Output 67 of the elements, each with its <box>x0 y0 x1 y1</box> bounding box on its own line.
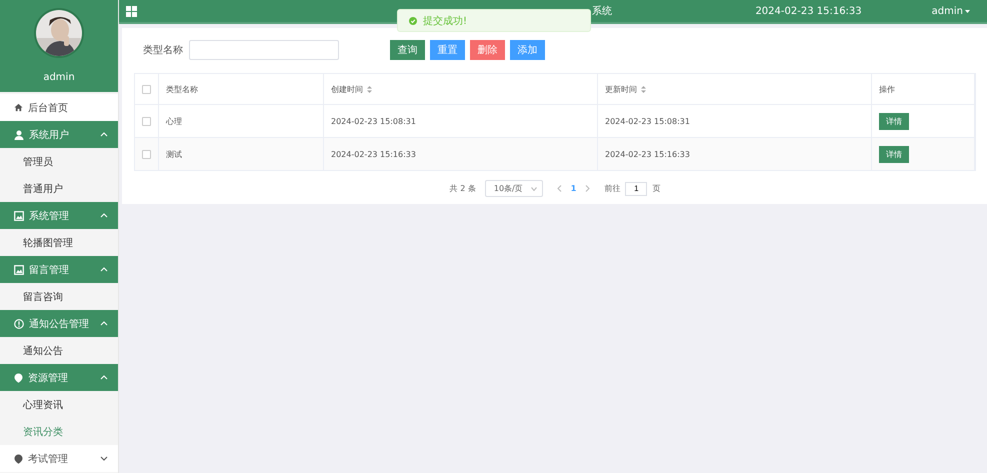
info-icon <box>14 318 24 328</box>
image-icon <box>14 264 24 274</box>
action-button[interactable]: 查询 <box>390 40 425 60</box>
chevron-down-icon <box>100 456 108 461</box>
search-field[interactable] <box>189 40 339 60</box>
datetime: 2024-02-23 15:16:33 <box>755 6 862 16</box>
checkbox[interactable] <box>142 116 151 126</box>
menu-group[interactable]: 通知公告管理 <box>0 310 118 337</box>
column-header: 创建时间 <box>331 84 363 94</box>
submenu-item[interactable]: 留言咨询 <box>0 283 118 310</box>
menu-group[interactable]: 考试管理 <box>0 445 118 472</box>
pin-icon <box>14 372 23 382</box>
submenu-item[interactable]: 轮播图管理 <box>0 229 118 256</box>
submenu-item[interactable]: 资讯分类 <box>0 418 118 445</box>
page-size-select[interactable]: 10条/页 <box>484 180 543 197</box>
menu-group[interactable]: 系统用户 <box>0 121 118 148</box>
page-input[interactable]: 1 <box>625 182 648 196</box>
detail-button[interactable]: 详情 <box>879 146 909 162</box>
toast-message: 提交成功! <box>423 14 468 28</box>
submenu-item[interactable]: 通知公告 <box>0 337 118 364</box>
next-page-icon[interactable] <box>585 185 590 192</box>
menu-group[interactable]: 留言管理 <box>0 256 118 283</box>
username: admin <box>43 72 75 83</box>
menu-group[interactable]: 资源管理 <box>0 364 118 391</box>
chevron-up-icon <box>100 321 108 326</box>
action-button[interactable]: 添加 <box>510 40 545 60</box>
table-cell: 2024-02-23 15:16:33 <box>331 150 416 158</box>
table-cell: 心理 <box>166 116 182 126</box>
submenu-item[interactable]: 普通用户 <box>0 175 118 202</box>
app-title: 系统 <box>592 4 612 18</box>
pin-icon <box>14 454 23 464</box>
sort-icon[interactable] <box>367 86 372 92</box>
total-count: 共 2 条 <box>450 183 476 194</box>
table-cell: 2024-02-23 15:08:31 <box>605 116 690 126</box>
column-header: 操作 <box>879 84 895 94</box>
checkbox[interactable] <box>142 150 151 158</box>
page-suffix: 页 <box>652 183 660 194</box>
table-cell: 测试 <box>166 148 182 160</box>
caret-icon <box>965 10 970 12</box>
detail-button[interactable]: 详情 <box>879 112 909 130</box>
submenu-item[interactable]: 心理资讯 <box>0 391 118 418</box>
home-icon <box>14 103 23 112</box>
action-button[interactable]: 重置 <box>430 40 465 60</box>
chevron-down-icon <box>530 186 537 190</box>
column-header: 更新时间 <box>605 84 637 94</box>
search-label: 类型名称 <box>143 44 183 57</box>
menu-group[interactable]: 系统管理 <box>0 202 118 229</box>
sort-icon[interactable] <box>641 86 646 92</box>
user-icon <box>14 130 24 140</box>
table-cell: 2024-02-23 15:08:31 <box>331 116 416 126</box>
chevron-up-icon <box>100 132 108 137</box>
table-cell: 2024-02-23 15:16:33 <box>605 150 690 158</box>
grid-icon[interactable] <box>126 6 137 16</box>
action-button[interactable]: 删除 <box>470 40 505 60</box>
image-icon <box>14 210 24 220</box>
check-circle-icon <box>409 16 417 24</box>
menu-item[interactable]: 后台首页 <box>0 94 118 121</box>
chevron-up-icon <box>100 375 108 380</box>
column-header: 类型名称 <box>166 84 198 94</box>
page-number[interactable]: 1 <box>570 184 576 193</box>
chevron-up-icon <box>100 267 108 272</box>
previous-page-icon[interactable] <box>556 185 562 192</box>
submenu-item[interactable]: 管理员 <box>0 148 118 175</box>
chevron-up-icon <box>100 213 108 218</box>
checkbox[interactable] <box>142 84 151 94</box>
goto-label: 前往 <box>604 183 620 194</box>
user-menu[interactable]: admin <box>932 6 970 16</box>
